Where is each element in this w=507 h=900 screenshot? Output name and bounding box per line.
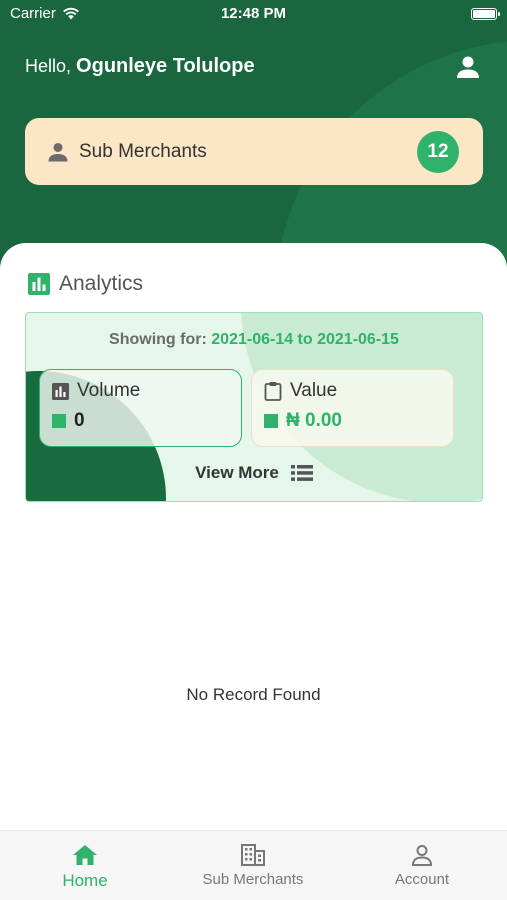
account-icon: [411, 845, 433, 866]
value-label: Value: [290, 380, 338, 401]
analytics-card: Showing for: 2021-06-14 to 2021-06-15 Vo…: [25, 312, 483, 502]
showing-label: Showing for:: [109, 331, 207, 348]
tab-home[interactable]: Home: [15, 843, 155, 891]
clock: 12:48 PM: [220, 5, 287, 22]
tab-sub-merchants[interactable]: Sub Merchants: [183, 843, 323, 888]
tab-home-label: Home: [62, 871, 108, 890]
list-icon: [290, 465, 313, 481]
value-amount: ₦ 0.00: [286, 410, 342, 431]
status-bar: Carrier 12:48 PM: [0, 0, 507, 30]
analytics-heading: Analytics: [28, 272, 143, 296]
volume-label: Volume: [77, 380, 141, 401]
sub-merchants-card[interactable]: Sub Merchants 12: [25, 118, 483, 185]
tab-account[interactable]: Account: [352, 843, 492, 888]
home-icon: [73, 845, 97, 865]
tab-bar: Home Sub Merchants Account: [0, 830, 507, 900]
date-range-line: Showing for: 2021-06-14 to 2021-06-15: [26, 331, 482, 349]
analytics-title: Analytics: [59, 272, 144, 295]
value-marker: [264, 414, 278, 428]
empty-state-message: No Record Found: [186, 685, 321, 704]
clipboard-icon: [264, 382, 282, 401]
greeting: Hello, Ogunleye Tolulope: [25, 55, 255, 78]
tab-sub-merchants-label: Sub Merchants: [202, 871, 304, 888]
view-more-button[interactable]: View More: [26, 463, 482, 483]
greeting-prefix: Hello,: [25, 56, 72, 76]
user-name: Ogunleye Tolulope: [76, 55, 255, 77]
user-icon: [457, 56, 479, 78]
building-icon: [241, 844, 265, 866]
sub-merchants-count-badge: 12: [417, 130, 459, 173]
sub-merchants-label: Sub Merchants: [79, 140, 207, 162]
bar-chart-icon: [28, 273, 50, 295]
date-range: 2021-06-14 to 2021-06-15: [211, 331, 399, 348]
battery-icon: [471, 8, 500, 20]
volume-stat[interactable]: Volume 0: [39, 369, 242, 447]
tab-account-label: Account: [394, 871, 450, 888]
bar-chart-icon: [52, 382, 69, 400]
volume-value: 0: [74, 410, 85, 431]
value-stat[interactable]: Value ₦ 0.00: [251, 369, 454, 447]
person-icon: [48, 142, 68, 161]
volume-marker: [52, 414, 66, 428]
profile-button[interactable]: [455, 54, 481, 80]
view-more-label: View More: [195, 463, 279, 482]
